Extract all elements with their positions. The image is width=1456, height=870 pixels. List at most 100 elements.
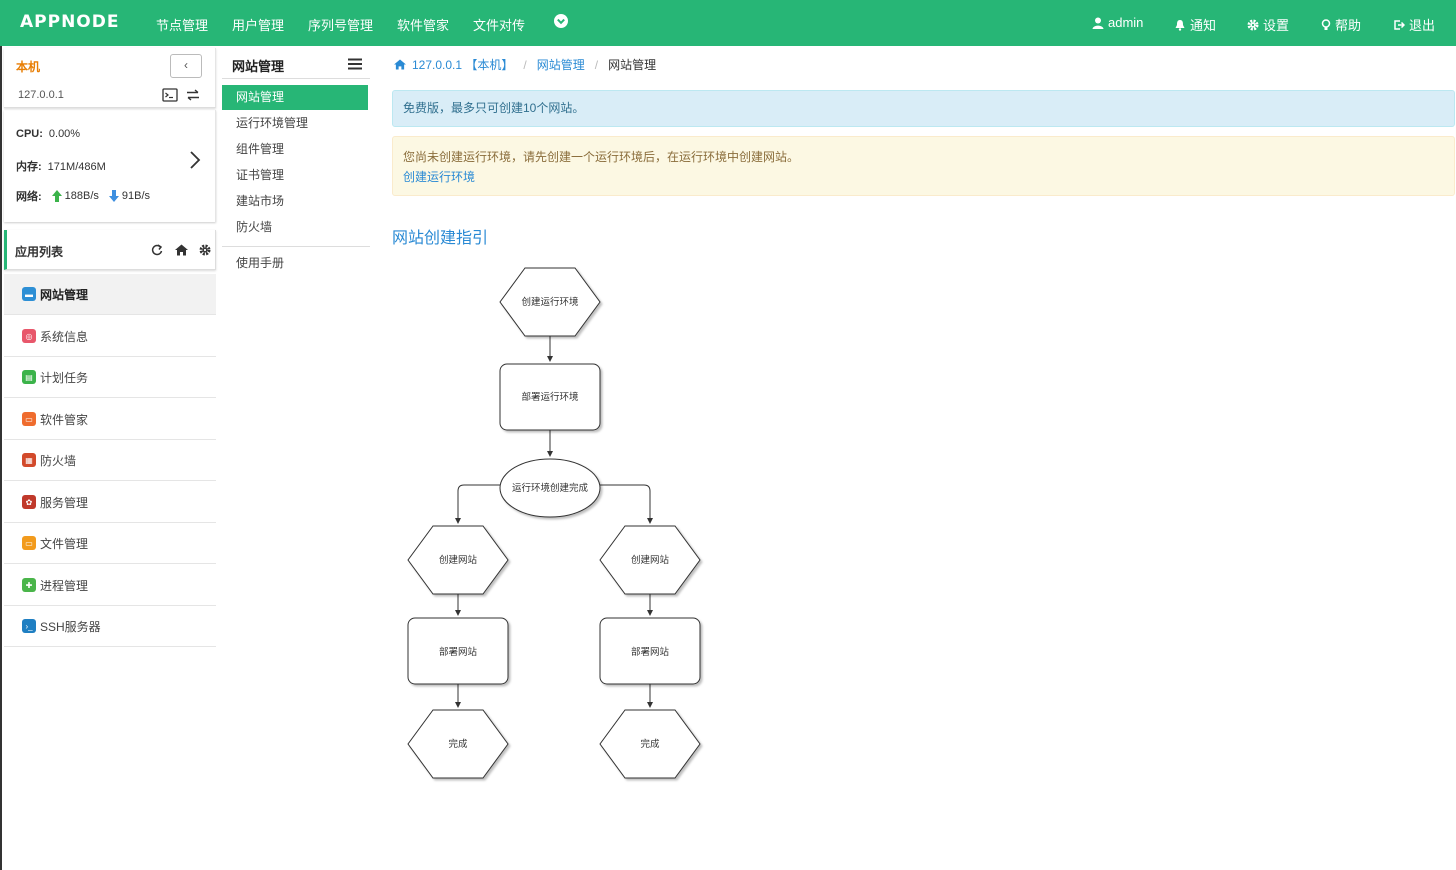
net-down-value: 91B/s [121, 190, 151, 202]
sysinfo-app-icon: ◎ [22, 329, 36, 343]
logout-label: 退出 [1409, 18, 1436, 33]
breadcrumb-current: 网站管理 [608, 58, 657, 72]
nav-serial-management[interactable]: 序列号管理 [308, 15, 373, 34]
website-creation-flowchart: 创建运行环境 部署运行环境 运行环境创建完成 创建网站 创建网站 部署网站 部署… [407, 267, 701, 779]
nav-software-manager[interactable]: 软件管家 [397, 15, 449, 34]
flow-edge [600, 484, 653, 524]
app-item-cron[interactable]: ▤ 计划任务 [4, 357, 216, 398]
breadcrumb-host-link[interactable]: 127.0.0.1 【本机】 [412, 56, 513, 73]
terminal-icon[interactable] [162, 88, 178, 102]
home-icon[interactable] [175, 244, 188, 256]
flow-label: 部署网站 [631, 646, 670, 658]
app-item-website[interactable]: ▬ 网站管理 [4, 274, 216, 315]
submenu-runtime-management[interactable]: 运行环境管理 [222, 111, 368, 136]
app-item-label: 防火墙 [40, 453, 77, 468]
website-submenu: 网站管理 网站管理 运行环境管理 组件管理 证书管理 建站市场 防火墙 使用手册 [222, 46, 370, 870]
app-item-label: 网站管理 [40, 287, 89, 302]
breadcrumb: 127.0.0.1 【本机】 / 网站管理 / 网站管理 [394, 56, 656, 73]
nav-file-transfer[interactable]: 文件对传 [473, 15, 525, 34]
breadcrumb-section-link[interactable]: 网站管理 [537, 56, 585, 73]
settings-link[interactable]: 设置 [1247, 15, 1289, 34]
flow-label: 完成 [640, 738, 660, 750]
chevron-down-circle-icon [554, 14, 568, 28]
gear-icon [1247, 19, 1259, 30]
hamburger-menu-icon[interactable] [348, 58, 362, 70]
chevron-right-icon[interactable] [189, 150, 201, 170]
software-app-icon: ▭ [22, 412, 36, 426]
settings-label: 设置 [1263, 18, 1290, 33]
app-item-label: 软件管家 [40, 412, 89, 427]
gear-icon[interactable] [199, 244, 211, 256]
app-item-sysinfo[interactable]: ◎ 系统信息 [4, 316, 216, 357]
download-arrow-icon [108, 190, 119, 202]
nav-user-management[interactable]: 用户管理 [232, 15, 284, 34]
top-navbar: APPNODE 节点管理 用户管理 序列号管理 软件管家 文件对传 admin … [0, 0, 1456, 46]
flow-edge [455, 484, 500, 524]
flow-label: 创建网站 [439, 554, 478, 566]
cpu-value: 0.00% [48, 128, 81, 140]
app-item-process[interactable]: ✚ 进程管理 [4, 565, 216, 606]
cpu-stat: CPU: 0.00% [16, 128, 80, 140]
switch-host-icon[interactable] [186, 88, 200, 102]
process-app-icon: ✚ [22, 578, 36, 592]
submenu-certificate-management[interactable]: 证书管理 [222, 163, 368, 188]
home-icon [394, 59, 406, 70]
app-item-firewall[interactable]: ▦ 防火墙 [4, 440, 216, 481]
flow-label: 部署网站 [439, 646, 478, 658]
collapse-sidebar-button[interactable]: ‹ [170, 54, 202, 78]
left-sidebar: 本机 ‹ 127.0.0.1 CPU: 0.00% 内存: 171M/486M 网络… [0, 46, 216, 870]
submenu-firewall[interactable]: 防火墙 [222, 215, 368, 240]
notify-label: 通知 [1190, 18, 1217, 33]
warning-text: 您尚未创建运行环境，请先创建一个运行环境后，在运行环境中创建网站。 [403, 150, 800, 164]
help-link[interactable]: 帮助 [1321, 15, 1361, 34]
flow-label: 创建网站 [631, 554, 670, 566]
submenu-title: 网站管理 [232, 59, 285, 74]
help-label: 帮助 [1335, 18, 1362, 33]
submenu-user-manual[interactable]: 使用手册 [222, 251, 368, 276]
app-item-ssh[interactable]: ›_ SSH服务器 [4, 606, 216, 647]
submenu-site-market[interactable]: 建站市场 [222, 189, 368, 214]
host-ip: 127.0.0.1 [18, 89, 64, 101]
submenu-website-management[interactable]: 网站管理 [222, 85, 368, 110]
app-list-header: 应用列表 [4, 230, 216, 270]
user-name: admin [1108, 15, 1144, 30]
main-content: 127.0.0.1 【本机】 / 网站管理 / 网站管理 免费版，最多只可创建1… [392, 46, 1456, 870]
host-stats-panel[interactable]: CPU: 0.00% 内存: 171M/486M 网络: 188B/s 91B/s [4, 110, 216, 222]
cpu-label: CPU: [16, 128, 43, 140]
bell-icon [1175, 19, 1185, 31]
app-item-label: 服务管理 [40, 495, 89, 510]
refresh-icon[interactable] [151, 244, 163, 256]
no-runtime-warning: 您尚未创建运行环境，请先创建一个运行环境后，在运行环境中创建网站。 创建运行环境 [392, 136, 1455, 196]
host-panel: 本机 ‹ 127.0.0.1 [4, 48, 216, 108]
submenu-separator [222, 246, 370, 247]
services-app-icon: ✿ [22, 495, 36, 509]
user-icon [1092, 17, 1104, 29]
upload-arrow-icon [51, 190, 62, 202]
create-runtime-link[interactable]: 创建运行环境 [403, 170, 475, 184]
ssh-app-icon: ›_ [22, 619, 36, 633]
user-menu[interactable]: admin [1092, 15, 1143, 30]
host-name[interactable]: 本机 [16, 58, 40, 75]
mem-label: 内存: [16, 161, 42, 173]
appnode-logo[interactable]: APPNODE [20, 12, 119, 32]
mem-value: 171M/486M [47, 161, 106, 173]
app-item-services[interactable]: ✿ 服务管理 [4, 482, 216, 523]
net-up-value: 188B/s [64, 190, 99, 202]
logout-link[interactable]: 退出 [1393, 15, 1435, 34]
flow-label: 完成 [448, 738, 468, 750]
nav-more-dropdown[interactable] [554, 14, 568, 31]
app-item-label: 系统信息 [40, 329, 89, 344]
lightbulb-icon [1321, 18, 1331, 30]
app-item-label: 计划任务 [40, 370, 89, 385]
app-item-software[interactable]: ▭ 软件管家 [4, 399, 216, 440]
website-app-icon: ▬ [22, 287, 36, 301]
notify-link[interactable]: 通知 [1174, 15, 1216, 34]
app-item-files[interactable]: ▭ 文件管理 [4, 523, 216, 564]
submenu-divider [222, 78, 370, 79]
files-app-icon: ▭ [22, 536, 36, 550]
free-version-alert: 免费版，最多只可创建10个网站。 [392, 90, 1455, 127]
breadcrumb-separator: / [523, 57, 527, 72]
submenu-component-management[interactable]: 组件管理 [222, 137, 368, 162]
nav-node-management[interactable]: 节点管理 [156, 15, 208, 34]
flow-label: 创建运行环境 [521, 296, 579, 308]
